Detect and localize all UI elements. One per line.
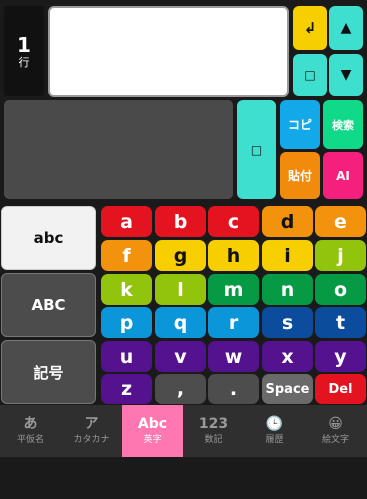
arrow-down-icon: ▼: [340, 67, 352, 83]
search-label: 検索: [332, 118, 354, 132]
key-del[interactable]: Del: [315, 374, 366, 404]
key-e[interactable]: e: [315, 206, 366, 237]
tab-label: 英字: [143, 435, 162, 445]
key-v[interactable]: v: [155, 341, 206, 372]
key-c[interactable]: c: [208, 206, 259, 237]
key-a[interactable]: a: [101, 206, 152, 237]
paste-label: 貼付: [287, 169, 312, 183]
tab-emoji[interactable]: 😀 絵文字: [305, 405, 366, 457]
line-label: 行: [18, 55, 30, 69]
history-icon: 🕒: [265, 416, 284, 432]
tab-hiragana[interactable]: あ平仮名: [0, 405, 61, 457]
key-x[interactable]: x: [262, 341, 313, 372]
tab-label: 絵文字: [321, 435, 349, 445]
numbers-icon: 123: [198, 416, 229, 432]
key-y[interactable]: y: [315, 341, 366, 372]
cursor-up-button[interactable]: ▲: [329, 6, 363, 50]
key-i[interactable]: i: [262, 240, 313, 271]
key-d[interactable]: d: [262, 206, 313, 237]
key-u[interactable]: u: [101, 341, 152, 372]
tab-label: 平仮名: [16, 435, 44, 445]
key-f[interactable]: f: [101, 240, 152, 271]
bottom-area: [0, 457, 367, 499]
key-h[interactable]: h: [208, 240, 259, 271]
copy-button[interactable]: コピ: [280, 100, 320, 149]
text-editor[interactable]: [48, 6, 289, 97]
key-z[interactable]: z: [101, 374, 152, 404]
key-p[interactable]: p: [101, 307, 152, 338]
key-m[interactable]: m: [208, 274, 259, 305]
mode-lowercase-button[interactable]: abc: [1, 206, 96, 270]
mode-uppercase-button[interactable]: ABC: [1, 273, 96, 337]
tab-katakana[interactable]: アカタカナ: [61, 405, 122, 457]
line-number: 1: [17, 32, 31, 57]
copy-label: コピ: [287, 118, 312, 132]
tab-alphabet[interactable]: Abc 英字: [122, 405, 183, 457]
mode-symbols-button[interactable]: 記号: [1, 340, 96, 404]
alphabet-icon: Abc: [137, 416, 168, 432]
key-k[interactable]: k: [101, 274, 152, 305]
tab-label: カタカナ: [73, 435, 110, 445]
key-t[interactable]: t: [315, 307, 366, 338]
ai-button[interactable]: AI: [323, 152, 363, 199]
select-all-button[interactable]: □: [237, 100, 276, 199]
mode-symbols-label: 記号: [33, 363, 64, 382]
key-o[interactable]: o: [315, 274, 366, 305]
key-space[interactable]: Space: [262, 374, 313, 404]
key-period[interactable]: .: [208, 374, 259, 404]
key-r[interactable]: r: [208, 307, 259, 338]
line-indicator: 1 行: [4, 6, 44, 96]
enter-icon: ↲: [303, 19, 317, 37]
key-j[interactable]: j: [315, 240, 366, 271]
hiragana-icon: あ: [23, 416, 38, 432]
select-square-button[interactable]: □: [293, 54, 327, 96]
trackpad-area[interactable]: [4, 100, 233, 199]
key-q[interactable]: q: [155, 307, 206, 338]
ai-label: AI: [336, 168, 350, 183]
tab-history[interactable]: 🕒 履歴: [244, 405, 305, 457]
tab-label: 数記: [204, 435, 223, 445]
square-icon: □: [304, 68, 316, 82]
paste-button[interactable]: 貼付: [280, 152, 320, 199]
cursor-down-button[interactable]: ▼: [329, 54, 363, 96]
key-b[interactable]: b: [155, 206, 206, 237]
square-icon: □: [250, 142, 263, 157]
key-w[interactable]: w: [208, 341, 259, 372]
katakana-icon: ア: [84, 416, 99, 432]
mode-uppercase-label: ABC: [31, 296, 66, 314]
emoji-icon: 😀: [328, 416, 343, 432]
tab-numbers[interactable]: 123 数記: [183, 405, 244, 457]
mode-lowercase-label: abc: [33, 229, 64, 247]
key-n[interactable]: n: [262, 274, 313, 305]
key-l[interactable]: l: [155, 274, 206, 305]
key-g[interactable]: g: [155, 240, 206, 271]
enter-button[interactable]: ↲: [293, 6, 327, 50]
search-button[interactable]: 検索: [323, 100, 363, 149]
tab-label: 履歴: [265, 435, 284, 445]
key-comma[interactable]: ,: [155, 374, 206, 404]
key-s[interactable]: s: [262, 307, 313, 338]
arrow-up-icon: ▲: [340, 20, 352, 36]
